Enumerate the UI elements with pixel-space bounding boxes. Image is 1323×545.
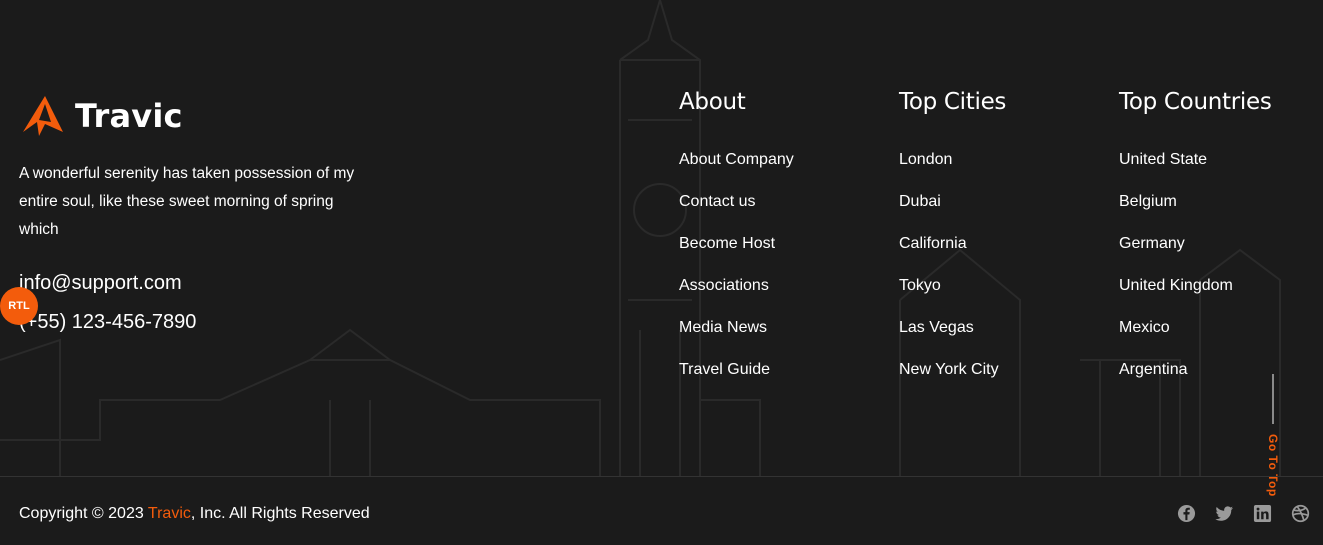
brand-name: Travic	[75, 97, 183, 135]
go-to-top-button[interactable]: Go To Top	[1262, 374, 1284, 504]
column-title-top-cities: Top Cities	[899, 89, 1007, 115]
footer-link[interactable]: California	[899, 235, 967, 252]
linkedin-icon[interactable]	[1253, 504, 1272, 523]
go-to-top-line	[1272, 374, 1274, 424]
rtl-toggle-button[interactable]: RTL	[0, 287, 38, 325]
site-footer: Travic A wonderful serenity has taken po…	[0, 0, 1323, 545]
footer-link[interactable]: Las Vegas	[899, 319, 974, 336]
footer-link[interactable]: United State	[1119, 151, 1207, 168]
footer-divider	[0, 476, 1323, 477]
brand[interactable]: Travic	[19, 92, 183, 140]
footer-link[interactable]: Media News	[679, 319, 767, 336]
footer-column-about: About About Company Contact us Become Ho…	[679, 86, 794, 400]
footer-link[interactable]: Travel Guide	[679, 361, 770, 378]
footer-column-top-cities: Top Cities London Dubai California Tokyo…	[899, 86, 1006, 400]
contact-email-link[interactable]: info@support.com	[19, 272, 182, 295]
footer-column-top-countries: Top Countries United State Belgium Germa…	[1119, 86, 1272, 400]
footer-link[interactable]: Germany	[1119, 235, 1185, 252]
go-to-top-label: Go To Top	[1266, 434, 1280, 497]
footer-link[interactable]: Become Host	[679, 235, 775, 252]
twitter-icon[interactable]	[1215, 504, 1234, 523]
footer-link[interactable]: Contact us	[679, 193, 755, 210]
copyright-suffix: , Inc. All Rights Reserved	[190, 505, 370, 522]
footer-link[interactable]: Associations	[679, 277, 769, 294]
contact-phone-link[interactable]: (+55) 123-456-7890	[19, 311, 196, 334]
copyright-prefix: Copyright © 2023	[19, 505, 148, 522]
footer-link[interactable]: United Kingdom	[1119, 277, 1233, 294]
footer-link[interactable]: Belgium	[1119, 193, 1177, 210]
facebook-icon[interactable]	[1177, 504, 1196, 523]
footer-link[interactable]: About Company	[679, 151, 794, 168]
footer-link[interactable]: New York City	[899, 361, 999, 378]
column-title-top-countries: Top Countries	[1119, 89, 1272, 115]
copyright-text: Copyright © 2023 Travic, Inc. All Rights…	[19, 505, 370, 523]
footer-link[interactable]: Mexico	[1119, 319, 1170, 336]
social-links	[1177, 504, 1310, 523]
footer-link[interactable]: Argentina	[1119, 361, 1188, 378]
dribbble-icon[interactable]	[1291, 504, 1310, 523]
column-title-about: About	[679, 89, 746, 115]
paper-plane-logo-icon	[23, 96, 63, 136]
about-description: A wonderful serenity has taken possessio…	[19, 165, 355, 238]
footer-link[interactable]: Dubai	[899, 193, 941, 210]
footer-link[interactable]: London	[899, 151, 952, 168]
copyright-brand-link[interactable]: Travic	[148, 505, 191, 522]
footer-link[interactable]: Tokyo	[899, 277, 941, 294]
